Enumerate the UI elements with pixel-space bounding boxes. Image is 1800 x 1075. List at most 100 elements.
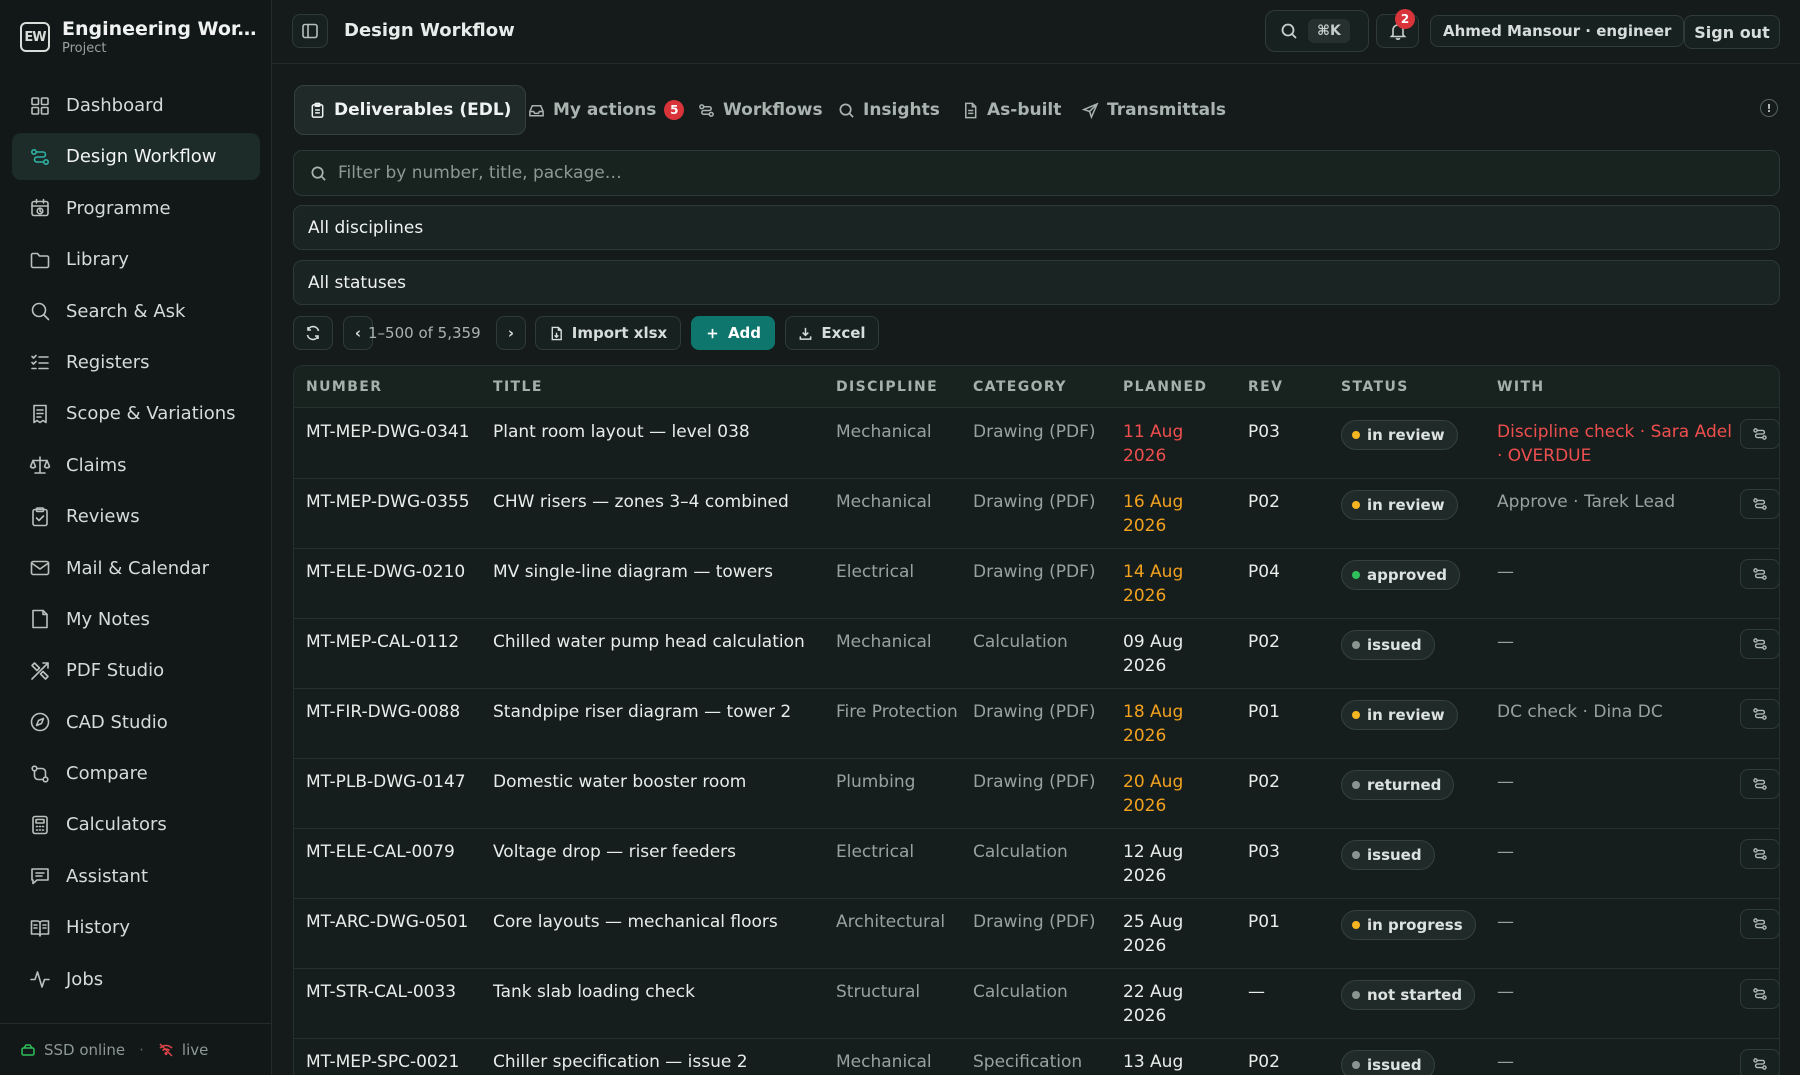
row-workflow-button[interactable]	[1740, 559, 1779, 589]
sidebar-item-search-ask[interactable]: Search & Ask	[12, 288, 260, 335]
sidebar-item-mail-calendar[interactable]: Mail & Calendar	[12, 545, 260, 592]
page-range: 1–500 of 5,359	[368, 324, 481, 342]
tab-deliverables[interactable]: Deliverables (EDL)	[294, 85, 527, 135]
planned-date: 11 Aug 2026	[1123, 422, 1184, 466]
row-workflow-button[interactable]	[1740, 769, 1779, 799]
table-row[interactable]: MT-ELE-CAL-0079 Voltage drop — riser feed…	[294, 829, 1779, 899]
user-menu[interactable]: Ahmed Mansour · engineer	[1430, 15, 1685, 47]
add-deliverable-button[interactable]: Add	[691, 316, 775, 350]
sidebar-item-my-notes[interactable]: My Notes	[12, 596, 260, 643]
clipboard-icon	[311, 102, 324, 118]
row-workflow-button[interactable]	[1740, 699, 1779, 729]
column-header-category[interactable]: CATEGORY	[973, 379, 1067, 395]
deliverable-number[interactable]: MT-ELE-CAL-0079	[306, 840, 455, 864]
column-header-rev[interactable]: REV	[1248, 379, 1283, 395]
status-dot	[1352, 781, 1360, 789]
sidebar-item-programme[interactable]: Programme	[12, 185, 260, 232]
column-header-status[interactable]: STATUS	[1341, 379, 1409, 395]
tab-workflows[interactable]: Workflows	[684, 85, 837, 135]
shortcut-hint: ⌘K	[1308, 19, 1350, 43]
sidebar-item-reviews[interactable]: Reviews	[12, 493, 260, 540]
sidebar-item-claims[interactable]: Claims	[12, 442, 260, 489]
table-row[interactable]: MT-PLB-DWG-0147 Domestic water booster ro…	[294, 759, 1779, 829]
sidebar-item-compare[interactable]: Compare	[12, 750, 260, 797]
calendar-clock-icon	[31, 198, 49, 217]
deliverable-number[interactable]: MT-MEP-SPC-0021	[306, 1050, 459, 1074]
sidebar-item-dashboard[interactable]: Dashboard	[12, 82, 260, 129]
sidebar-item-registers[interactable]: Registers	[12, 339, 260, 386]
row-workflow-button[interactable]	[1740, 629, 1779, 659]
table-row[interactable]: MT-MEP-DWG-0355 CHW risers — zones 3–4 co…	[294, 479, 1779, 549]
column-header-planned[interactable]: PLANNED	[1123, 379, 1207, 395]
sidebar-item-history[interactable]: History	[12, 904, 260, 951]
sidebar-item-assistant[interactable]: Assistant	[12, 853, 260, 900]
workflow-icon	[1753, 638, 1767, 650]
tab-insights[interactable]: Insights	[824, 85, 954, 135]
command-search-button[interactable]: ⌘K	[1265, 10, 1369, 52]
table-row[interactable]: MT-FIR-DWG-0088 Standpipe riser diagram —…	[294, 689, 1779, 759]
column-header-with[interactable]: WITH	[1497, 379, 1545, 395]
status-label: in progress	[1367, 916, 1463, 934]
deliverable-discipline: Architectural	[836, 912, 946, 932]
tab-my-actions[interactable]: My actions 5	[514, 85, 698, 135]
sidebar-toggle-button[interactable]	[292, 14, 328, 48]
notifications-button[interactable]: 2	[1376, 9, 1419, 48]
tab-transmittals[interactable]: Transmittals	[1068, 85, 1240, 135]
deliverable-number[interactable]: MT-PLB-DWG-0147	[306, 770, 466, 794]
deliverable-title: Tank slab loading check	[493, 982, 695, 1002]
column-header-number[interactable]: NUMBER	[306, 379, 382, 395]
table-row[interactable]: MT-MEP-CAL-0112 Chilled water pump head c…	[294, 619, 1779, 689]
table-row[interactable]: MT-ARC-DWG-0501 Core layouts — mechanical…	[294, 899, 1779, 969]
column-header-discipline[interactable]: DISCIPLINE	[836, 379, 938, 395]
calculator-icon	[32, 815, 48, 835]
row-workflow-button[interactable]	[1740, 489, 1779, 519]
status-cell: approved	[1341, 560, 1460, 590]
deliverable-number[interactable]: MT-STR-CAL-0033	[306, 980, 456, 1004]
deliverable-category: Drawing (PDF)	[973, 772, 1096, 792]
sidebar-item-pdf-studio[interactable]: PDF Studio	[12, 647, 260, 694]
table-row[interactable]: MT-STR-CAL-0033 Tank slab loading check St…	[294, 969, 1779, 1039]
discipline-select[interactable]: All disciplines	[293, 205, 1780, 250]
column-header-title[interactable]: TITLE	[493, 379, 543, 395]
sign-out-button[interactable]: Sign out	[1684, 15, 1780, 49]
deliverable-number[interactable]: MT-MEP-CAL-0112	[306, 630, 459, 654]
status-select[interactable]: All statuses	[293, 260, 1780, 305]
file-import-icon	[551, 326, 562, 340]
table-row[interactable]: MT-MEP-DWG-0341 Plant room layout — level…	[294, 409, 1779, 479]
sidebar-item-design-workflow[interactable]: Design Workflow	[12, 133, 260, 181]
project-switcher[interactable]: EW Engineering Wor... Project	[20, 18, 258, 56]
refresh-button[interactable]	[293, 316, 333, 350]
revision: P02	[1248, 1052, 1280, 1072]
row-workflow-button[interactable]	[1740, 979, 1779, 1009]
deliverable-number[interactable]: MT-ARC-DWG-0501	[306, 910, 468, 934]
row-workflow-button[interactable]	[1740, 909, 1779, 939]
status-label: issued	[1367, 1056, 1422, 1074]
filter-input[interactable]	[338, 163, 1779, 183]
sidebar-item-cad-studio[interactable]: CAD Studio	[12, 699, 260, 746]
deliverable-number[interactable]: MT-ELE-DWG-0210	[306, 560, 465, 584]
sidebar-item-calculators[interactable]: Calculators	[12, 801, 260, 848]
sidebar-item-library[interactable]: Library	[12, 236, 260, 283]
list-checks-icon	[31, 355, 49, 370]
import-xlsx-button[interactable]: Import xlsx	[535, 316, 681, 350]
add-label: Add	[727, 324, 762, 342]
planned-date: 25 Aug 2026	[1123, 912, 1184, 956]
send-icon	[1082, 101, 1099, 119]
deliverable-number[interactable]: MT-FIR-DWG-0088	[306, 700, 460, 724]
deliverable-discipline: Fire Protection	[836, 702, 958, 722]
next-page-button[interactable]: ›	[496, 316, 526, 350]
row-workflow-button[interactable]	[1740, 419, 1779, 449]
tab-as-built[interactable]: As-built	[948, 85, 1075, 135]
planned-date: 18 Aug 2026	[1123, 702, 1184, 746]
deliverable-number[interactable]: MT-MEP-DWG-0355	[306, 490, 470, 514]
table-row[interactable]: MT-ELE-DWG-0210 MV single-line diagram — …	[294, 549, 1779, 619]
pdf-tools-icon	[31, 661, 49, 680]
row-workflow-button[interactable]	[1740, 839, 1779, 869]
sidebar-item-scope-variations[interactable]: Scope & Variations	[12, 390, 260, 437]
deliverable-number[interactable]: MT-MEP-DWG-0341	[306, 420, 470, 444]
export-excel-button[interactable]: Excel	[785, 316, 879, 350]
row-workflow-button[interactable]	[1740, 1049, 1779, 1075]
sidebar-item-jobs[interactable]: Jobs	[12, 956, 260, 1003]
help-info-button[interactable]: !	[1760, 99, 1778, 117]
table-row[interactable]: MT-MEP-SPC-0021 Chiller specification — i…	[294, 1039, 1779, 1075]
